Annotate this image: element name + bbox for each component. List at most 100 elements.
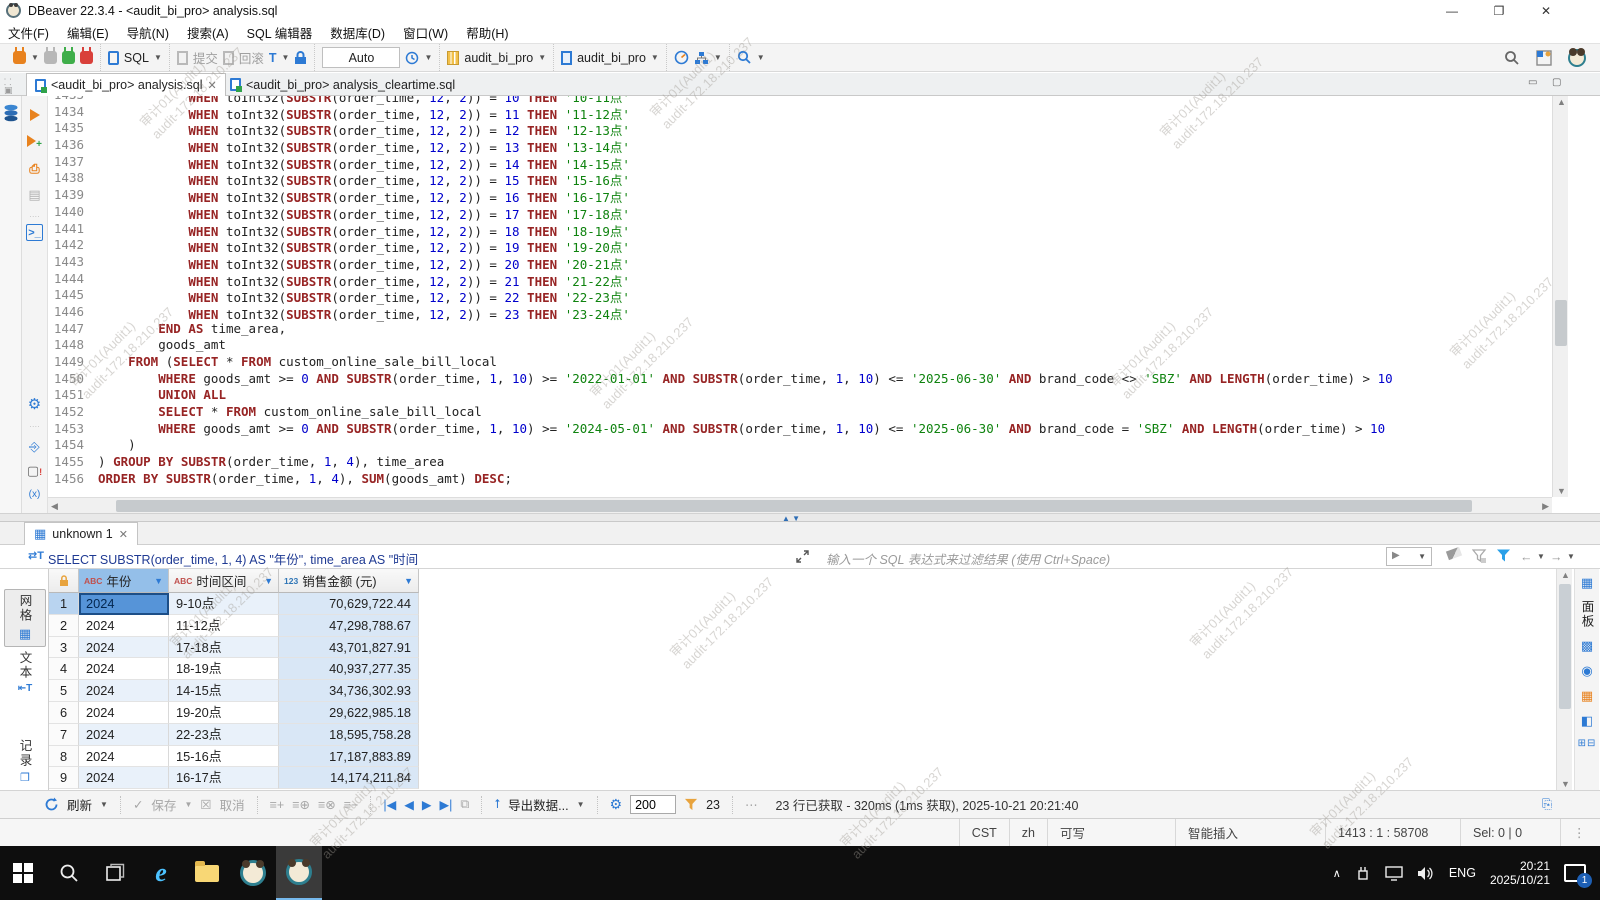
menu-sql-editor[interactable]: SQL 编辑器 — [247, 23, 313, 42]
refresh-icon[interactable] — [44, 797, 59, 812]
last-page-icon[interactable]: ▶| — [439, 797, 452, 812]
code-text[interactable]: WHEN toInt32(SUBSTR(order_time, 12, 2)) … — [98, 204, 630, 221]
code-line[interactable]: 1449 FROM (SELECT * FROM custom_online_s… — [48, 354, 1552, 371]
sql-editor-icon[interactable] — [108, 51, 119, 65]
column-header-timearea[interactable]: ABC 时间区间 ▼ — [169, 569, 279, 593]
code-text[interactable]: ) — [98, 437, 136, 454]
restore-view-icon[interactable]: ▣ — [4, 85, 13, 96]
transaction-dropdown-icon[interactable]: ▼ — [282, 53, 290, 62]
tab-close-icon[interactable]: ✕ — [208, 79, 217, 92]
code-line[interactable]: 1448 goods_amt — [48, 337, 1552, 354]
cell-amount[interactable]: 43,701,827.91 — [279, 637, 419, 659]
code-line[interactable]: 1456ORDER BY SUBSTR(order_time, 1, 4), S… — [48, 471, 1552, 488]
calc-panel-icon[interactable]: ▩ — [1581, 638, 1593, 654]
cell-time-area[interactable]: 14-15点 — [169, 680, 279, 702]
cancel-button[interactable]: 取消 — [220, 795, 245, 814]
code-text[interactable]: SELECT * FROM custom_online_sale_bill_lo… — [98, 404, 482, 421]
code-line[interactable]: 1447 END AS time_area, — [48, 321, 1552, 338]
column-header-year[interactable]: ABC 年份 ▼ — [79, 569, 169, 593]
sql-editor-label[interactable]: SQL — [124, 51, 149, 65]
code-line[interactable]: 1453 WHERE goods_amt >= 0 AND SUBSTR(ord… — [48, 421, 1552, 438]
transaction-log-icon[interactable]: T — [269, 51, 277, 65]
code-line[interactable]: 1443 WHEN toInt32(SUBSTR(order_time, 12,… — [48, 254, 1552, 271]
search-icon[interactable] — [1504, 50, 1520, 66]
schema-dropdown-icon[interactable]: ▼ — [651, 53, 659, 62]
code-editor[interactable]: 1433 WHEN toInt32(SUBSTR(order_time, 12,… — [48, 96, 1552, 497]
cell-year[interactable]: 2024 — [79, 615, 169, 637]
menu-file[interactable]: 文件(F) — [8, 23, 49, 42]
edit-row-icon[interactable]: ≡− — [344, 798, 359, 812]
presentation-tab-text[interactable]: 文本 ⇤T — [4, 651, 46, 694]
lock-icon[interactable] — [294, 51, 307, 65]
prev-page-icon[interactable]: ◀ — [404, 797, 414, 812]
scroll-right-icon[interactable]: ▶ — [1542, 501, 1549, 512]
network-dropdown-icon[interactable]: ▼ — [714, 53, 722, 62]
refresh-button[interactable]: 刷新 — [67, 795, 92, 814]
notification-center-icon[interactable]: 1 — [1564, 864, 1586, 882]
volume-icon[interactable] — [1417, 866, 1435, 881]
commit-button[interactable]: 提交 — [193, 48, 218, 67]
scroll-down-icon[interactable]: ▼ — [1557, 486, 1566, 496]
cell-amount[interactable]: 40,937,277.35 — [279, 658, 419, 680]
filter-query-text[interactable]: SELECT SUBSTR(order_time, 1, 4) AS "年份",… — [48, 549, 783, 568]
tab-analysis-cleartime-sql[interactable]: <audit_bi_pro> analysis_cleartime.sql — [222, 73, 463, 96]
code-line[interactable]: 1434 WHEN toInt32(SUBSTR(order_time, 12,… — [48, 104, 1552, 121]
menu-window[interactable]: 窗口(W) — [403, 23, 448, 42]
cell-year[interactable]: 2024 — [79, 637, 169, 659]
usb-icon[interactable] — [1355, 865, 1371, 881]
input-language[interactable]: ENG — [1449, 866, 1476, 880]
row-number[interactable]: 8 — [49, 746, 79, 768]
file-explorer-icon[interactable] — [184, 846, 230, 900]
new-connection-dropdown-icon[interactable]: ▼ — [31, 53, 39, 62]
user-perspective-icon[interactable] — [1568, 49, 1586, 67]
cell-time-area[interactable]: 22-23点 — [169, 724, 279, 746]
editor-results-splitter[interactable]: ▲ ▼ — [0, 513, 1600, 522]
cancel-icon[interactable]: ☒ — [200, 797, 211, 812]
row-number[interactable]: 9 — [49, 767, 79, 789]
save-file-icon[interactable]: ▢! — [26, 462, 43, 479]
sql-search-dropdown-icon[interactable]: ▼ — [757, 53, 765, 62]
open-file-icon[interactable]: ⎆ — [26, 438, 43, 455]
code-line[interactable]: 1454 ) — [48, 437, 1552, 454]
save-filter-icon[interactable] — [1472, 549, 1487, 563]
execute-statement-icon[interactable] — [26, 108, 43, 125]
cell-time-area[interactable]: 11-12点 — [169, 615, 279, 637]
column-dropdown-icon[interactable]: ▼ — [264, 576, 273, 586]
code-text[interactable]: WHERE goods_amt >= 0 AND SUBSTR(order_ti… — [98, 371, 1393, 388]
history-forward-icon[interactable]: → — [1550, 550, 1563, 564]
cell-year[interactable]: 2024 — [79, 702, 169, 724]
code-line[interactable]: 1452 SELECT * FROM custom_online_sale_bi… — [48, 404, 1552, 421]
cell-amount[interactable]: 34,736,302.93 — [279, 680, 419, 702]
cell-time-area[interactable]: 18-19点 — [169, 658, 279, 680]
row-number[interactable]: 6 — [49, 702, 79, 724]
panel-tab-icon[interactable]: ▦ — [1581, 575, 1593, 591]
duplicate-row-icon[interactable]: ≡⊕ — [292, 797, 310, 812]
sql-dropdown-icon[interactable]: ▼ — [154, 53, 162, 62]
toolbar-overflow-icon[interactable]: ⋯ — [745, 797, 758, 812]
cell-amount[interactable]: 17,187,883.89 — [279, 746, 419, 768]
minimize-button[interactable]: — — [1437, 2, 1467, 20]
cell-year[interactable]: 2024 — [79, 746, 169, 768]
dbeaver-taskbar-icon[interactable] — [230, 846, 276, 900]
cell-amount[interactable]: 70,629,722.44 — [279, 593, 419, 615]
taskbar-search-icon[interactable] — [46, 846, 92, 900]
sql-search-icon[interactable] — [737, 50, 752, 65]
menu-search[interactable]: 搜索(A) — [187, 23, 229, 42]
code-text[interactable]: END AS time_area, — [98, 321, 286, 338]
code-text[interactable]: goods_amt — [98, 337, 226, 354]
grid-corner-header[interactable] — [49, 569, 79, 593]
save-dropdown-icon[interactable]: ▼ — [184, 800, 192, 809]
cell-year[interactable]: 2024 — [79, 658, 169, 680]
code-line[interactable]: 1440 WHEN toInt32(SUBSTR(order_time, 12,… — [48, 204, 1552, 221]
apply-filter-icon[interactable]: ▶ — [1392, 550, 1400, 561]
code-line[interactable]: 1438 WHEN toInt32(SUBSTR(order_time, 12,… — [48, 170, 1552, 187]
scroll-left-icon[interactable]: ◀ — [51, 501, 58, 512]
insert-mode-indicator[interactable]: 智能插入 — [1175, 819, 1325, 846]
row-number[interactable]: 1 — [49, 593, 79, 615]
cell-amount[interactable]: 14,174,211.84 — [279, 767, 419, 789]
apply-filter-dropdown-icon[interactable]: ▼ — [1418, 552, 1426, 561]
code-text[interactable]: WHEN toInt32(SUBSTR(order_time, 12, 2)) … — [98, 170, 630, 187]
aggregate-panel-icon[interactable]: ⊞⊟ — [1578, 738, 1597, 749]
refresh-dropdown-icon[interactable]: ▼ — [100, 800, 108, 809]
export-button[interactable]: 导出数据... — [508, 795, 568, 814]
